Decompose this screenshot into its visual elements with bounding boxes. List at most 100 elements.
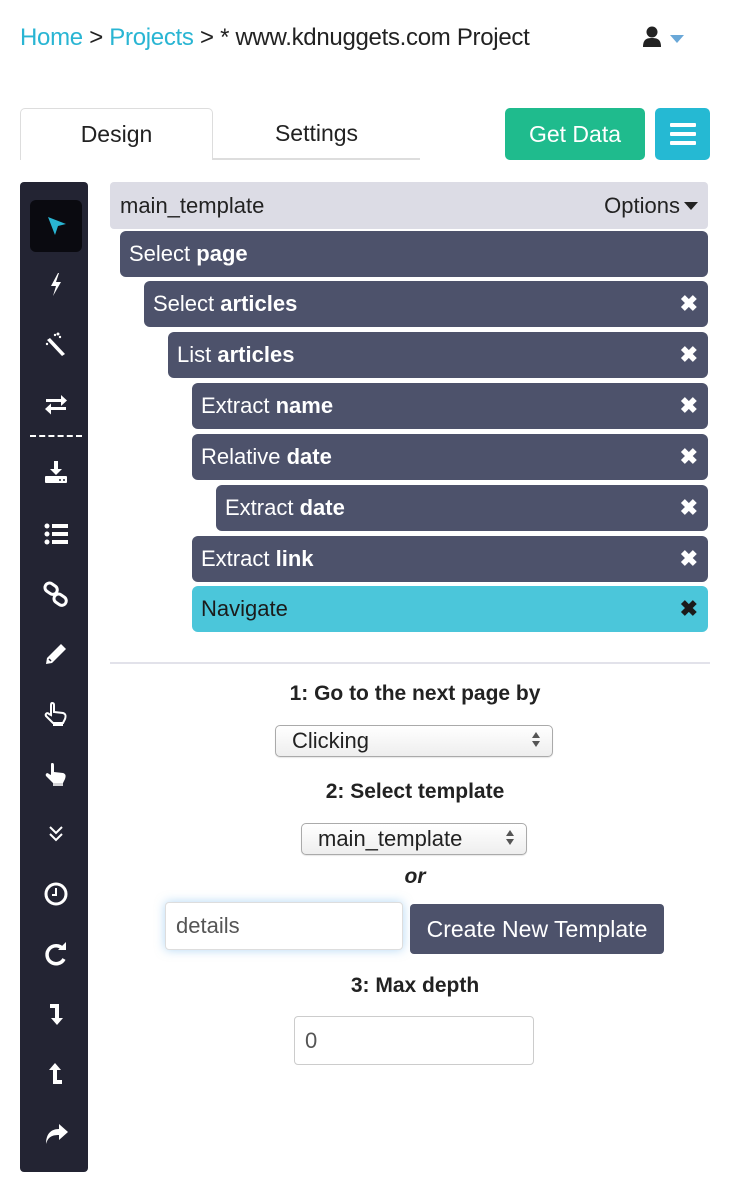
tree-node-select-page[interactable]: Select page <box>120 231 708 277</box>
tool-scroll[interactable] <box>30 808 82 860</box>
share-icon <box>46 1124 68 1144</box>
breadcrumb: Home > Projects > * www.kdnuggets.com Pr… <box>20 24 530 52</box>
user-menu-button[interactable] <box>642 26 684 48</box>
node-verb: Extract <box>201 546 270 571</box>
tool-go-down[interactable] <box>30 988 82 1040</box>
node-verb: Select <box>153 291 215 316</box>
refresh-icon <box>45 942 66 966</box>
max-depth-input[interactable] <box>294 1016 534 1065</box>
or-label: or <box>404 865 426 888</box>
breadcrumb-current: * www.kdnuggets.com Project <box>220 24 530 51</box>
tool-reload[interactable] <box>30 928 82 980</box>
double-chevron-down-icon <box>49 826 63 842</box>
breadcrumb-separator: > <box>199 24 214 51</box>
hand-click-icon <box>45 763 66 786</box>
node-verb: Navigate <box>201 596 288 621</box>
tab-bar: Design Settings <box>20 108 420 162</box>
hamburger-icon-bar <box>669 141 696 145</box>
magic-wand-icon <box>45 332 65 356</box>
level-up-icon <box>49 1063 62 1084</box>
tab-settings[interactable]: Settings <box>213 108 420 160</box>
pointer-icon <box>48 217 66 235</box>
clock-icon <box>44 882 68 906</box>
toolbar-divider <box>30 435 82 437</box>
hamburger-icon <box>669 123 696 127</box>
step3-label: 3: Max depth <box>350 974 480 997</box>
breadcrumb-home-link[interactable]: Home <box>20 24 83 51</box>
node-target: page <box>196 241 248 266</box>
new-template-name-input[interactable] <box>165 902 403 950</box>
link-icon <box>43 581 68 607</box>
tool-sidebar <box>20 182 88 1172</box>
node-target: articles <box>220 291 298 316</box>
navigation-method-value: Clicking <box>292 728 370 753</box>
tool-link[interactable] <box>30 568 82 620</box>
chevron-down-icon <box>670 35 684 43</box>
tree-node-list-articles[interactable]: List articles ✖ <box>168 332 708 378</box>
node-target: date <box>286 444 332 469</box>
tool-next[interactable] <box>30 1108 82 1160</box>
template-select[interactable]: main_template <box>301 823 527 855</box>
tool-edit[interactable] <box>30 628 82 680</box>
section-divider <box>110 662 710 664</box>
node-verb: Extract <box>201 393 270 418</box>
level-down-icon <box>50 1004 63 1025</box>
tree-node-extract-date[interactable]: Extract date ✖ <box>216 485 708 531</box>
template-name: main_template <box>120 192 265 218</box>
tab-design[interactable]: Design <box>20 108 213 162</box>
close-icon[interactable]: ✖ <box>680 446 698 468</box>
tool-wait[interactable] <box>30 868 82 920</box>
node-target: name <box>275 393 334 418</box>
node-target: date <box>299 495 345 520</box>
tool-magic[interactable] <box>30 318 82 370</box>
tool-hover[interactable] <box>30 688 82 740</box>
tree-node-navigate[interactable]: Navigate ✖ <box>192 586 708 632</box>
close-icon[interactable]: ✖ <box>680 395 698 417</box>
tool-download[interactable] <box>30 446 82 498</box>
node-verb: List <box>177 342 212 367</box>
step1-label: 1: Go to the next page by <box>289 682 541 705</box>
select-arrows-icon <box>532 732 540 747</box>
tool-action[interactable] <box>30 258 82 310</box>
tree-node-select-articles[interactable]: Select articles ✖ <box>144 281 708 327</box>
breadcrumb-separator: > <box>89 24 103 51</box>
hand-pointer-icon <box>44 701 67 726</box>
step2-label: 2: Select template <box>325 780 505 803</box>
tool-click[interactable] <box>30 748 82 800</box>
caret-down-icon <box>684 201 698 210</box>
node-verb: Select <box>129 241 191 266</box>
pencil-icon <box>46 644 66 664</box>
node-verb: Relative <box>201 444 281 469</box>
close-icon[interactable]: ✖ <box>680 344 698 366</box>
user-icon <box>643 26 661 47</box>
tree-node-extract-name[interactable]: Extract name ✖ <box>192 383 708 429</box>
tool-go-up[interactable] <box>30 1048 82 1100</box>
list-icon <box>44 523 68 545</box>
hamburger-icon-bar <box>669 132 696 136</box>
tool-select[interactable] <box>30 200 82 252</box>
exchange-icon <box>45 395 67 415</box>
tree-node-relative-date[interactable]: Relative date ✖ <box>192 434 708 480</box>
breadcrumb-projects-link[interactable]: Projects <box>109 24 194 51</box>
tool-list[interactable] <box>30 508 82 560</box>
close-icon[interactable]: ✖ <box>680 548 698 570</box>
tree-node-extract-link[interactable]: Extract link ✖ <box>192 536 708 582</box>
close-icon[interactable]: ✖ <box>680 497 698 519</box>
options-label: Options <box>604 192 680 218</box>
navigation-method-select[interactable]: Clicking <box>275 725 553 757</box>
options-dropdown[interactable]: Options <box>604 193 698 219</box>
hamburger-menu-button[interactable] <box>655 108 710 160</box>
create-new-template-button[interactable]: Create New Template <box>410 904 664 954</box>
close-icon[interactable]: ✖ <box>680 293 698 315</box>
close-icon[interactable]: ✖ <box>680 598 698 620</box>
tool-exchange[interactable] <box>30 378 82 430</box>
bolt-icon <box>51 273 61 296</box>
node-verb: Extract <box>225 495 294 520</box>
get-data-button[interactable]: Get Data <box>505 108 645 160</box>
select-arrows-icon <box>506 830 514 845</box>
template-header: main_template Options <box>110 182 708 229</box>
download-icon <box>45 461 67 483</box>
template-select-value: main_template <box>318 826 463 851</box>
node-target: link <box>275 546 314 571</box>
node-target: articles <box>217 342 295 367</box>
